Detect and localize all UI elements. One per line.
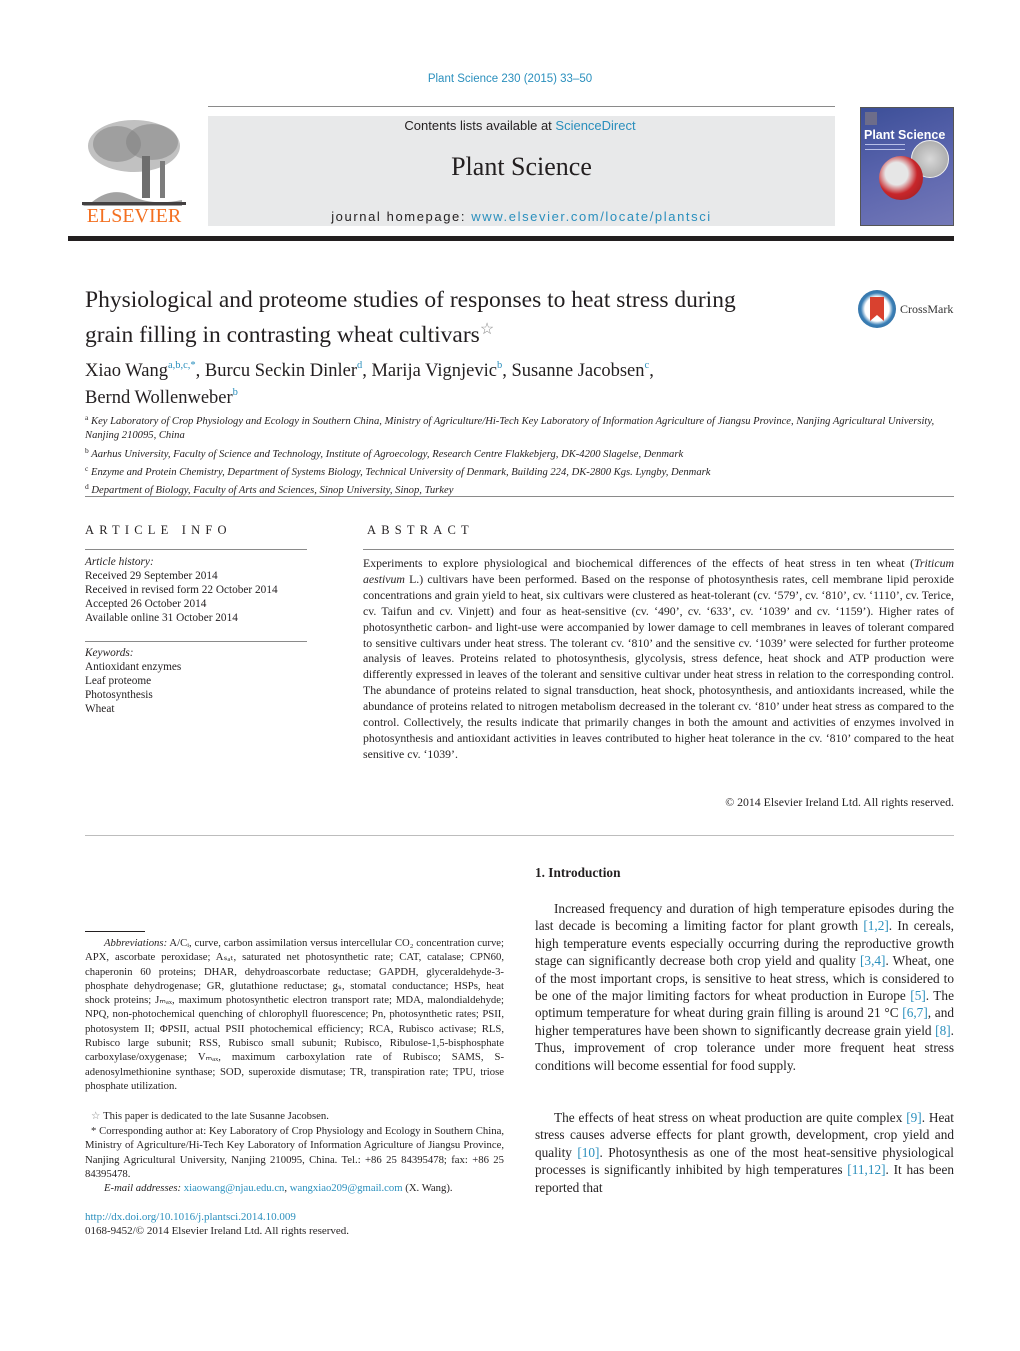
history-item: Received in revised form 22 October 2014: [85, 584, 278, 596]
elsevier-wordmark: ELSEVIER: [86, 205, 182, 227]
author-affiliation-marker[interactable]: a,b,c,: [168, 360, 190, 371]
citation-link[interactable]: [6,7]: [902, 1005, 927, 1020]
citation-link[interactable]: [5]: [910, 988, 926, 1003]
issn-copyright: 0168-9452/© 2014 Elsevier Ireland Ltd. A…: [85, 1225, 350, 1237]
citation-link[interactable]: [11,12]: [847, 1162, 885, 1177]
affiliation-text: Enzyme and Protein Chemistry, Department…: [91, 466, 711, 478]
abstract-divider: [363, 549, 954, 550]
author-separator: ,: [649, 361, 654, 381]
history-item: Accepted 26 October 2014: [85, 598, 207, 610]
affiliation-key: a: [85, 413, 89, 422]
abbreviations-footnote: Abbreviations: A/Cᵢ, curve, carbon assim…: [85, 936, 504, 1093]
title-note-star-icon[interactable]: ☆: [480, 321, 494, 338]
star-note-icon: ☆: [91, 1110, 101, 1122]
abstract-bottom-divider: [85, 835, 954, 836]
cover-subtitle: [865, 144, 905, 150]
affiliation-text: Aarhus University, Faculty of Science an…: [91, 448, 684, 460]
affiliation-list: a Key Laboratory of Crop Physiology and …: [85, 411, 945, 498]
article-title-line-1: Physiological and proteome studies of re…: [85, 287, 736, 313]
citation-link[interactable]: [8]: [935, 1023, 951, 1038]
journal-homepage-link[interactable]: www.elsevier.com/locate/plantsci: [471, 209, 712, 224]
affiliation-key: c: [85, 463, 89, 473]
author-name[interactable]: Bernd Wollenweber: [85, 388, 233, 408]
affiliation: b Aarhus University, Faculty of Science …: [85, 444, 945, 462]
keyword-item: Photosynthesis: [85, 689, 153, 701]
cover-leaf-disc-icon: [879, 156, 923, 200]
email-footnote: E-mail addresses: xiaowang@njau.edu.cn, …: [85, 1181, 504, 1195]
email-link-1[interactable]: xiaowang@njau.edu.cn: [184, 1182, 285, 1194]
affiliation-text: Key Laboratory of Crop Physiology and Ec…: [85, 416, 935, 442]
email-label: E-mail addresses:: [104, 1182, 182, 1194]
citation-link[interactable]: [10]: [577, 1145, 599, 1160]
abbreviations-text: A/Cᵢ, curve, carbon assimilation versus …: [85, 937, 504, 1092]
abstract-part-2: L.) cultivars have been performed. Based…: [363, 571, 954, 761]
email-suffix: (X. Wang).: [402, 1182, 453, 1194]
journal-title: Plant Science: [451, 152, 592, 181]
doi-link[interactable]: http://dx.doi.org/10.1016/j.plantsci.201…: [85, 1211, 296, 1223]
email-link-2[interactable]: wangxiao209@gmail.com: [290, 1182, 403, 1194]
abbreviations-label: Abbreviations:: [104, 937, 168, 949]
affiliation-key: d: [85, 482, 89, 492]
author-name[interactable]: Susanne Jacobsen: [511, 361, 644, 381]
affiliation: c Enzyme and Protein Chemistry, Departme…: [85, 462, 945, 480]
affiliation-text: Department of Biology, Faculty of Arts a…: [91, 485, 454, 497]
author-affiliation-marker[interactable]: b: [233, 387, 238, 398]
author-list: Xiao Wanga,b,c,*, Burcu Seckin Dinlerd, …: [85, 355, 885, 409]
keyword-item: Antioxidant enzymes: [85, 661, 182, 673]
article-history-label: Article history:: [85, 556, 154, 568]
journal-citation-link[interactable]: Plant Science 230 (2015) 33–50: [0, 73, 1020, 85]
author-name[interactable]: Xiao Wang: [85, 361, 168, 381]
article-title: Physiological and proteome studies of re…: [85, 285, 845, 350]
introduction-paragraph-1: Increased frequency and duration of high…: [535, 900, 954, 1074]
dedication-text: This paper is dedicated to the late Susa…: [100, 1110, 329, 1122]
corresponding-text: Corresponding author at: Key Laboratory …: [85, 1125, 504, 1180]
history-item: Available online 31 October 2014: [85, 612, 238, 624]
introduction-heading: 1. Introduction: [535, 865, 621, 880]
affiliation: a Key Laboratory of Crop Physiology and …: [85, 411, 945, 444]
keywords-label: Keywords:: [85, 647, 134, 659]
cover-publisher-icon: [865, 112, 877, 125]
keywords: Keywords: Antioxidant enzymes Leaf proteo…: [85, 646, 315, 716]
abstract-part-1: Experiments to explore physiological and…: [363, 556, 914, 570]
citation-link[interactable]: [9]: [906, 1110, 922, 1125]
journal-homepage-line: journal homepage: www.elsevier.com/locat…: [208, 209, 835, 224]
author-name[interactable]: Marija Vignjevic: [371, 361, 496, 381]
affiliation-divider: [85, 496, 954, 497]
citation-link[interactable]: [3,4]: [860, 953, 885, 968]
header-top-divider: [208, 106, 835, 107]
sciencedirect-link[interactable]: ScienceDirect: [555, 118, 635, 133]
article-info-divider: [85, 549, 307, 550]
crossmark-label: CrossMark: [900, 302, 954, 316]
keyword-item: Leaf proteome: [85, 675, 152, 687]
author-name[interactable]: Burcu Seckin Dinler: [205, 361, 357, 381]
keyword-item: Wheat: [85, 703, 115, 715]
citation-link[interactable]: [1,2]: [863, 918, 888, 933]
keywords-divider: [85, 641, 307, 642]
affiliation-key: b: [85, 445, 89, 455]
journal-cover-thumbnail[interactable]: Plant Science: [860, 107, 954, 226]
abstract-copyright: © 2014 Elsevier Ireland Ltd. All rights …: [725, 795, 954, 809]
history-item: Received 29 September 2014: [85, 570, 218, 582]
author-separator: ,: [195, 361, 205, 381]
article-title-line-2: grain filling in contrasting wheat culti…: [85, 322, 480, 348]
footnote-divider: [85, 931, 145, 932]
abstract-heading: ABSTRACT: [367, 523, 474, 537]
introduction-paragraph-2: The effects of heat stress on wheat prod…: [535, 1109, 954, 1196]
homepage-prefix: journal homepage:: [331, 209, 472, 224]
corresponding-author-footnote: * Corresponding author at: Key Laborator…: [85, 1124, 504, 1181]
header-bottom-divider: [68, 236, 954, 241]
contents-prefix: Contents lists available at: [404, 118, 556, 133]
paragraph-text: The effects of heat stress on wheat prod…: [554, 1110, 907, 1125]
article-info-heading: ARTICLE INFO: [85, 523, 232, 537]
crossmark-badge[interactable]: CrossMark: [858, 290, 958, 330]
dedication-footnote: ☆ This paper is dedicated to the late Su…: [85, 1109, 504, 1123]
abstract-text: Experiments to explore physiological and…: [363, 556, 954, 763]
article-history: Article history: Received 29 September 2…: [85, 555, 315, 625]
